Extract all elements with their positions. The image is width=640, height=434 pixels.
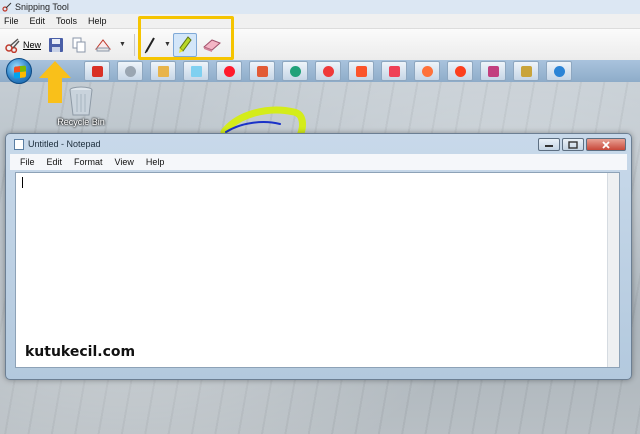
snip-menu-tools[interactable]: Tools — [56, 16, 77, 26]
notepad-icon — [190, 65, 202, 77]
pen-button[interactable] — [141, 33, 159, 57]
maximize-icon — [568, 140, 578, 149]
pen-dropdown-arrow[interactable]: ▼ — [164, 41, 171, 48]
vivaldi-icon — [322, 65, 334, 77]
snipping-tool-titlebar: Snipping Tool — [0, 0, 640, 14]
folder-icon — [157, 65, 169, 77]
taskbar-pencil-button[interactable] — [513, 61, 539, 81]
firefox-icon — [421, 65, 433, 77]
notepad-menubar: File Edit Format View Help — [10, 154, 627, 170]
np-menu-format[interactable]: Format — [74, 157, 103, 167]
settings-icon — [124, 65, 136, 77]
notepad-window-controls — [536, 138, 626, 151]
up-arrow-annotation — [39, 61, 71, 103]
pencil-icon — [520, 65, 532, 77]
taskbar-brave-button[interactable] — [348, 61, 374, 81]
taskbar-folder-button[interactable] — [150, 61, 176, 81]
snip-menu-edit[interactable]: Edit — [30, 16, 46, 26]
snipping-tool-window: Snipping Tool File Edit Tools Help New ▼… — [0, 0, 640, 60]
new-snip-button[interactable]: New — [3, 33, 43, 57]
text-caret — [22, 177, 23, 188]
taskbar-edge-button[interactable] — [282, 61, 308, 81]
taskbar-pin-button[interactable] — [480, 61, 506, 81]
close-icon — [602, 140, 610, 149]
taskbar-yandex-button[interactable] — [447, 61, 473, 81]
pdf-icon — [256, 65, 268, 77]
send-snip-button[interactable] — [92, 33, 114, 57]
taskbar-pocket-button[interactable] — [381, 61, 407, 81]
download-icon — [91, 65, 103, 77]
windows-logo-icon — [14, 65, 26, 79]
scissors-icon — [5, 37, 20, 53]
snipping-tool-title: Snipping Tool — [15, 2, 69, 12]
notepad-vertical-scrollbar[interactable] — [607, 173, 619, 367]
send-snip-icon — [94, 38, 112, 51]
minimize-icon — [545, 144, 553, 147]
copy-icon — [72, 37, 86, 52]
taskbar-download-button[interactable] — [84, 61, 110, 81]
pocket-icon — [388, 65, 400, 77]
brave-icon — [355, 65, 367, 77]
close-button[interactable] — [586, 138, 626, 151]
toolbar-separator — [133, 33, 135, 56]
new-snip-label: New — [23, 39, 42, 50]
taskbar-pdf-button[interactable] — [249, 61, 275, 81]
taskbar-edge-beta-button[interactable] — [546, 61, 572, 81]
recycle-bin-label: Recycle Bin — [57, 117, 105, 127]
highlighter-icon — [178, 35, 192, 53]
pin-icon — [487, 65, 499, 77]
snip-menu-file[interactable]: File — [4, 16, 19, 26]
np-menu-file[interactable]: File — [20, 157, 35, 167]
eraser-icon — [202, 38, 221, 52]
edge-beta-icon — [553, 65, 565, 77]
highlighter-button[interactable] — [172, 32, 197, 57]
start-button[interactable] — [6, 58, 32, 84]
taskbar — [0, 60, 640, 82]
send-snip-dropdown-arrow[interactable]: ▼ — [119, 41, 126, 48]
edge-icon — [289, 65, 301, 77]
np-menu-help[interactable]: Help — [146, 157, 165, 167]
snipping-tool-menubar: File Edit Tools Help — [0, 14, 640, 28]
taskbar-icons — [84, 60, 579, 82]
np-menu-edit[interactable]: Edit — [47, 157, 63, 167]
minimize-button[interactable] — [538, 138, 560, 151]
yandex-icon — [454, 65, 466, 77]
taskbar-vivaldi-button[interactable] — [315, 61, 341, 81]
snip-menu-help[interactable]: Help — [88, 16, 107, 26]
save-snip-button[interactable] — [46, 33, 66, 57]
taskbar-settings-button[interactable] — [117, 61, 143, 81]
notepad-app-icon — [14, 138, 24, 150]
taskbar-notepad-button[interactable] — [183, 61, 209, 81]
opera-icon — [223, 65, 235, 77]
copy-snip-button[interactable] — [69, 33, 89, 57]
notepad-title: Untitled - Notepad — [28, 139, 101, 149]
snipping-tool-toolbar: New ▼ ▼ — [0, 16, 640, 60]
notepad-text-area[interactable]: kutukecil.com — [15, 172, 620, 368]
taskbar-firefox-button[interactable] — [414, 61, 440, 81]
np-menu-view[interactable]: View — [115, 157, 134, 167]
maximize-button[interactable] — [562, 138, 584, 151]
pen-icon — [144, 37, 155, 53]
watermark-text: kutukecil.com — [25, 344, 136, 360]
notepad-window: Untitled - Notepad File Edit Format View… — [5, 133, 632, 380]
taskbar-opera-button[interactable] — [216, 61, 242, 81]
save-icon — [49, 37, 64, 52]
snipping-tool-app-icon — [2, 2, 12, 12]
eraser-button[interactable] — [200, 33, 224, 57]
